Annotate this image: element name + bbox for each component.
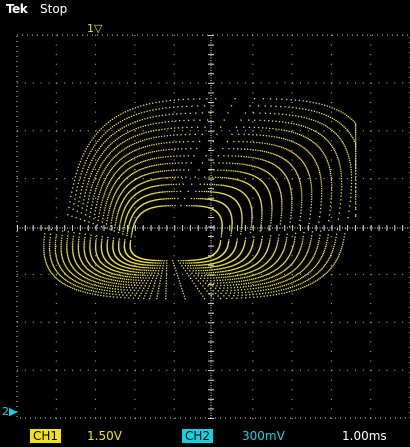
waveform-display: [16, 34, 410, 419]
xy-trace: [43, 98, 357, 300]
ch2-ground-marker[interactable]: 2▶: [2, 405, 17, 418]
ch2-scale: 300mV: [242, 429, 285, 443]
ch1-tag[interactable]: CH1: [30, 429, 62, 443]
graticule-grid: [17, 35, 410, 419]
ch2-tag[interactable]: CH2: [182, 429, 214, 443]
bottom-readout-bar: CH1 1.50V CH2 300mV 1.00ms: [0, 425, 410, 447]
ch1-scale: 1.50V: [87, 429, 122, 443]
timebase-readout: 1.00ms: [342, 429, 387, 443]
